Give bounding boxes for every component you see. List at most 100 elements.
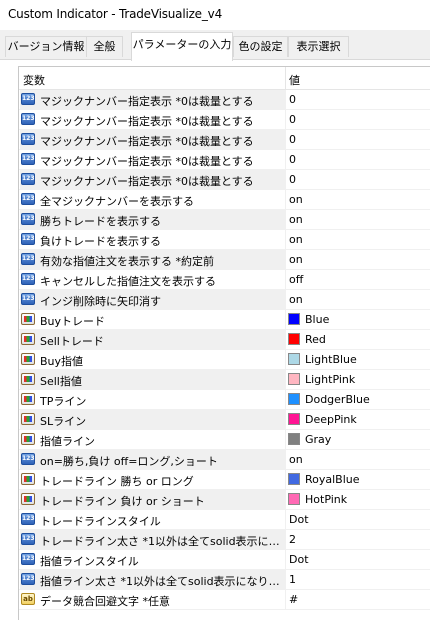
parameter-name: 全マジックナンバーを表示する [40, 195, 194, 208]
parameter-value[interactable]: 0 [289, 173, 296, 186]
table-row[interactable]: 123 負けトレードを表示する on [19, 230, 430, 250]
tab-colors[interactable]: 色の設定 [233, 36, 288, 57]
parameter-value[interactable]: off [289, 273, 303, 286]
parameter-name: マジックナンバー指定表示 *0は裁量とする [40, 155, 254, 168]
parameter-name: Sellトレード [40, 335, 104, 348]
parameter-name: マジックナンバー指定表示 *0は裁量とする [40, 115, 254, 128]
parameter-value[interactable]: on [289, 193, 303, 206]
parameter-value[interactable]: 0 [289, 113, 296, 126]
parameter-value[interactable]: 0 [289, 153, 296, 166]
parameter-value[interactable]: on [289, 293, 303, 306]
table-row[interactable]: 123 マジックナンバー指定表示 *0は裁量とする 0 [19, 130, 430, 150]
parameter-value[interactable]: on [289, 253, 303, 266]
parameter-name: TPライン [40, 395, 87, 408]
table-row[interactable]: Buy指値 LightBlue [19, 350, 430, 370]
parameter-value[interactable]: Blue [305, 313, 329, 326]
parameter-value[interactable]: 1 [289, 573, 296, 586]
parameter-name: トレードラインスタイル [40, 515, 161, 528]
parameter-name: インジ削除時に矢印消す [40, 295, 161, 308]
tab-general[interactable]: 全般 [86, 36, 123, 57]
color-swatch[interactable] [288, 473, 300, 485]
parameter-value[interactable]: LightPink [305, 373, 355, 386]
color-swatch[interactable] [288, 413, 300, 425]
parameter-name: 有効な指値注文を表示する *約定前 [40, 255, 214, 268]
column-header-variable[interactable]: 変数 [23, 72, 45, 88]
table-row[interactable]: Sellトレード Red [19, 330, 430, 350]
parameter-value[interactable]: RoyalBlue [305, 473, 360, 486]
parameter-name: on=勝ち,負け off=ロング,ショート [40, 455, 218, 468]
table-row[interactable]: Buyトレード Blue [19, 310, 430, 330]
color-swatch[interactable] [288, 333, 300, 345]
table-row[interactable]: 指値ライン Gray [19, 430, 430, 450]
parameter-value[interactable]: DeepPink [305, 413, 357, 426]
table-row[interactable]: TPライン DodgerBlue [19, 390, 430, 410]
integer-type-icon: 123 [21, 153, 35, 165]
parameter-value[interactable]: Red [305, 333, 326, 346]
title-bar: Custom Indicator - TradeVisualize_v4 [0, 0, 430, 30]
table-row[interactable]: 123 指値ライン太さ *1以外は全てsolid表示になります 1 [19, 570, 430, 590]
parameters-table: 変数 値 123 マジックナンバー指定表示 *0は裁量とする 0 123 マジックナンバ… [18, 66, 430, 620]
color-swatch[interactable] [288, 373, 300, 385]
parameter-value[interactable]: 2 [289, 533, 296, 546]
parameter-value[interactable]: LightBlue [305, 353, 357, 366]
color-type-icon [21, 413, 35, 425]
table-row[interactable]: トレードライン 勝ち or ロング RoyalBlue [19, 470, 430, 490]
integer-type-icon: 123 [21, 93, 35, 105]
parameter-value[interactable]: Gray [305, 433, 331, 446]
tab-strip: バージョン情報 全般 パラメーターの入力 色の設定 表示選択 [0, 30, 430, 61]
table-row[interactable]: Sell指値 LightPink [19, 370, 430, 390]
parameter-value[interactable]: Dot [289, 553, 309, 566]
table-row[interactable]: 123 全マジックナンバーを表示する on [19, 190, 430, 210]
parameter-value[interactable]: on [289, 453, 303, 466]
string-type-icon: ab [21, 593, 35, 605]
table-row[interactable]: 123 マジックナンバー指定表示 *0は裁量とする 0 [19, 110, 430, 130]
integer-type-icon: 123 [21, 573, 35, 585]
color-swatch[interactable] [288, 493, 300, 505]
color-type-icon [21, 493, 35, 505]
color-swatch[interactable] [288, 393, 300, 405]
table-row[interactable]: 123 トレードラインスタイル Dot [19, 510, 430, 530]
tab-version-info[interactable]: バージョン情報 [5, 36, 87, 57]
table-row[interactable]: 123 マジックナンバー指定表示 *0は裁量とする 0 [19, 170, 430, 190]
table-row[interactable]: トレードライン 負け or ショート HotPink [19, 490, 430, 510]
tab-visualization[interactable]: 表示選択 [288, 36, 349, 57]
parameter-value[interactable]: # [289, 593, 298, 606]
parameter-value[interactable]: on [289, 213, 303, 226]
parameter-value[interactable]: DodgerBlue [305, 393, 370, 406]
table-row[interactable]: 123 有効な指値注文を表示する *約定前 on [19, 250, 430, 270]
parameter-value[interactable]: Dot [289, 513, 309, 526]
table-row[interactable]: 123 指値ラインスタイル Dot [19, 550, 430, 570]
parameter-name: Buyトレード [40, 315, 106, 328]
parameter-value[interactable]: HotPink [305, 493, 347, 506]
color-swatch[interactable] [288, 433, 300, 445]
integer-type-icon: 123 [21, 253, 35, 265]
table-row[interactable]: 123 インジ削除時に矢印消す on [19, 290, 430, 310]
column-header-value[interactable]: 値 [289, 72, 300, 88]
parameter-value[interactable]: 0 [289, 133, 296, 146]
parameter-name: トレードライン 勝ち or ロング [40, 475, 194, 488]
color-swatch[interactable] [288, 353, 300, 365]
integer-type-icon: 123 [21, 273, 35, 285]
parameter-value[interactable]: on [289, 233, 303, 246]
parameter-name: Sell指値 [40, 375, 82, 388]
parameter-value[interactable]: 0 [289, 93, 296, 106]
table-row[interactable]: ab データ競合回避文字 *任意 # [19, 590, 430, 610]
tab-input-parameters[interactable]: パラメーターの入力 [131, 32, 233, 61]
parameter-name: 負けトレードを表示する [40, 235, 161, 248]
color-swatch[interactable] [288, 313, 300, 325]
table-row[interactable]: 123 キャンセルした指値注文を表示する off [19, 270, 430, 290]
table-row[interactable]: 123 on=勝ち,負け off=ロング,ショート on [19, 450, 430, 470]
integer-type-icon: 123 [21, 293, 35, 305]
parameter-name: 勝ちトレードを表示する [40, 215, 161, 228]
table-row[interactable]: 123 マジックナンバー指定表示 *0は裁量とする 0 [19, 90, 430, 110]
table-row[interactable]: 123 トレードライン太さ *1以外は全てsolid表示になり･･ 2 [19, 530, 430, 550]
color-type-icon [21, 313, 35, 325]
table-row[interactable]: SLライン DeepPink [19, 410, 430, 430]
table-row[interactable]: 123 マジックナンバー指定表示 *0は裁量とする 0 [19, 150, 430, 170]
color-type-icon [21, 393, 35, 405]
parameter-name: トレードライン 負け or ショート [40, 495, 205, 508]
parameter-name: マジックナンバー指定表示 *0は裁量とする [40, 135, 254, 148]
color-type-icon [21, 353, 35, 365]
color-type-icon [21, 373, 35, 385]
table-row[interactable]: 123 勝ちトレードを表示する on [19, 210, 430, 230]
